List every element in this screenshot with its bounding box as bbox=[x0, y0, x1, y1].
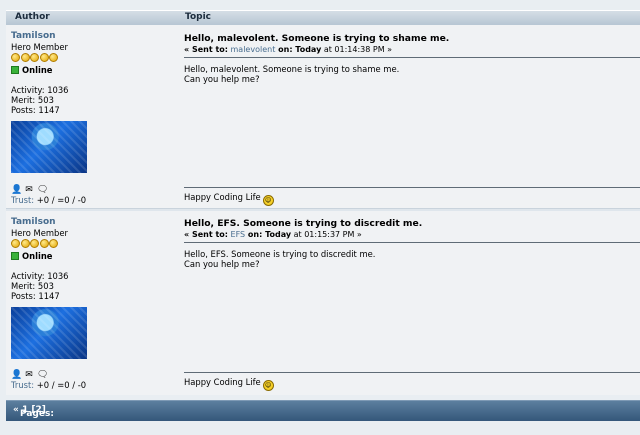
personal-message-icon[interactable]: 🗨 bbox=[37, 185, 48, 195]
message-subject: Hello, EFS. Someone is trying to discred… bbox=[184, 218, 423, 229]
star-icon bbox=[30, 239, 39, 248]
star-icon bbox=[39, 53, 49, 62]
profile-icons: 👤 ✉ 🗨 bbox=[11, 184, 50, 195]
pagination-bar: Pages: « 1 [2] bbox=[6, 400, 640, 421]
message-line: Can you help me? bbox=[184, 259, 260, 269]
online-status-label: Online bbox=[22, 251, 53, 261]
author-name-link[interactable]: Tamilson bbox=[11, 217, 176, 227]
message-header: Hello, EFS. Someone is trying to discred… bbox=[184, 218, 640, 239]
email-icon[interactable]: ✉ bbox=[24, 185, 34, 195]
author-merit: Merit: 503 bbox=[11, 281, 54, 291]
message-line: Hello, EFS. Someone is trying to discred… bbox=[184, 249, 376, 259]
pages-label: Pages: bbox=[20, 409, 54, 419]
star-icon bbox=[39, 239, 49, 248]
author-rank: Hero Member bbox=[11, 228, 68, 238]
avatar bbox=[11, 121, 87, 173]
signature-text: Happy Coding Life bbox=[184, 192, 261, 202]
star-icon bbox=[11, 53, 20, 62]
author-column-header: Author bbox=[15, 12, 50, 22]
message-body: Hello, malevolent. Someone is trying to … bbox=[184, 64, 634, 84]
sent-info: « Sent to: malevolent on: Today at 01:14… bbox=[184, 45, 640, 54]
prev-page-link[interactable]: « bbox=[13, 405, 19, 415]
profile-icons: 👤 ✉ 🗨 bbox=[11, 369, 50, 380]
star-icon bbox=[20, 53, 30, 62]
message-body: Hello, EFS. Someone is trying to discred… bbox=[184, 249, 634, 269]
sent-prefix: « Sent to: bbox=[184, 230, 228, 239]
author-panel: Tamilson Hero Member Online Activity: 10… bbox=[11, 217, 176, 359]
table-header: Author Topic bbox=[6, 10, 640, 26]
sent-time: at 01:15:37 PM » bbox=[291, 230, 362, 239]
online-status: Online bbox=[11, 251, 176, 261]
message-subject: Hello, malevolent. Someone is trying to … bbox=[184, 33, 450, 44]
recipient-link[interactable]: EFS bbox=[231, 230, 246, 239]
sent-on: on: Today bbox=[245, 230, 292, 239]
trust-score: Trust: +0 / =0 / -0 bbox=[11, 195, 86, 205]
email-icon[interactable]: ✉ bbox=[24, 370, 34, 380]
trust-value: +0 / =0 / -0 bbox=[34, 380, 87, 390]
divider bbox=[184, 187, 640, 188]
sent-info: « Sent to: EFS on: Today at 01:15:37 PM … bbox=[184, 230, 640, 239]
recipient-link[interactable]: malevolent bbox=[231, 45, 276, 54]
topic-column-header: Topic bbox=[185, 12, 211, 22]
online-indicator-icon bbox=[11, 252, 19, 260]
message-header: Hello, malevolent. Someone is trying to … bbox=[184, 33, 640, 54]
divider bbox=[184, 57, 640, 58]
message-post-2: Tamilson Hero Member Online Activity: 10… bbox=[6, 211, 640, 395]
online-status: Online bbox=[11, 65, 176, 75]
online-indicator-icon bbox=[11, 66, 19, 74]
star-icon bbox=[30, 53, 39, 62]
signature: Happy Coding Life ☺ bbox=[184, 192, 274, 206]
smiley-icon: ☺ bbox=[262, 380, 274, 391]
divider bbox=[184, 372, 640, 373]
pagination: Pages: « 1 [2] bbox=[13, 405, 54, 419]
rank-stars bbox=[11, 53, 176, 62]
trust-value: +0 / =0 / -0 bbox=[34, 195, 87, 205]
rank-stars bbox=[11, 239, 176, 248]
star-icon bbox=[20, 239, 30, 248]
message-line: Can you help me? bbox=[184, 74, 260, 84]
author-name-link[interactable]: Tamilson bbox=[11, 31, 176, 41]
author-merit: Merit: 503 bbox=[11, 95, 54, 105]
pm-page: Author Topic Tamilson Hero Member Online… bbox=[0, 0, 640, 435]
signature: Happy Coding Life ☺ bbox=[184, 377, 274, 391]
author-activity: Activity: 1036 bbox=[11, 271, 69, 281]
personal-message-icon[interactable]: 🗨 bbox=[37, 370, 48, 380]
author-panel: Tamilson Hero Member Online Activity: 10… bbox=[11, 31, 176, 173]
star-icon bbox=[11, 239, 20, 248]
author-activity: Activity: 1036 bbox=[11, 85, 69, 95]
star-icon bbox=[49, 53, 58, 62]
signature-text: Happy Coding Life bbox=[184, 377, 261, 387]
profile-icon[interactable]: 👤 bbox=[11, 185, 22, 195]
trust-score: Trust: +0 / =0 / -0 bbox=[11, 380, 86, 390]
smiley-icon: ☺ bbox=[262, 195, 274, 206]
sent-time: at 01:14:38 PM » bbox=[321, 45, 393, 54]
divider bbox=[184, 242, 640, 243]
message-line: Hello, malevolent. Someone is trying to … bbox=[184, 64, 400, 74]
message-post-1: Tamilson Hero Member Online Activity: 10… bbox=[6, 25, 640, 208]
avatar bbox=[11, 307, 87, 359]
sent-prefix: « Sent to: bbox=[184, 45, 228, 54]
profile-icon[interactable]: 👤 bbox=[11, 370, 22, 380]
author-rank: Hero Member bbox=[11, 42, 68, 52]
star-icon bbox=[49, 239, 58, 248]
author-posts: Posts: 1147 bbox=[11, 291, 60, 301]
author-posts: Posts: 1147 bbox=[11, 105, 60, 115]
trust-link[interactable]: Trust: bbox=[11, 380, 34, 390]
trust-link[interactable]: Trust: bbox=[11, 195, 34, 205]
online-status-label: Online bbox=[22, 65, 53, 75]
sent-on: on: Today bbox=[275, 45, 322, 54]
